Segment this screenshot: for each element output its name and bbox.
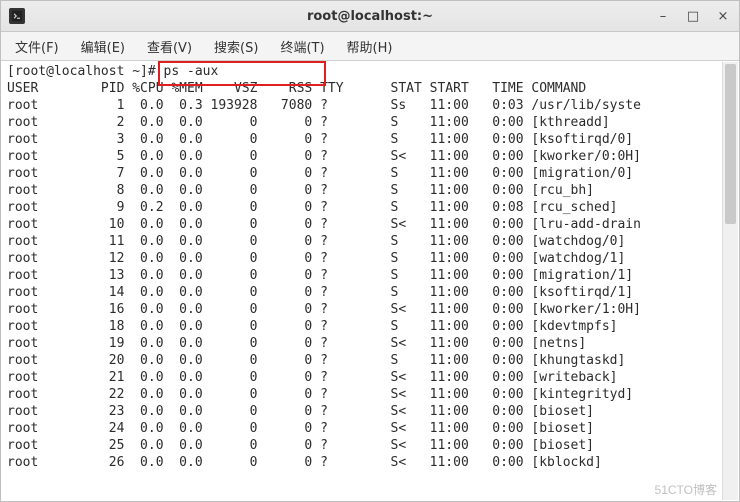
terminal-window: root@localhost:~ – □ × 文件(F) 编辑(E) 查看(V)…	[0, 0, 740, 502]
menu-search[interactable]: 搜索(S)	[208, 34, 264, 59]
window-controls: – □ ×	[651, 1, 735, 31]
menu-view[interactable]: 查看(V)	[141, 34, 198, 59]
menu-file[interactable]: 文件(F)	[9, 34, 65, 59]
scroll-thumb[interactable]	[725, 64, 736, 224]
menu-help[interactable]: 帮助(H)	[341, 34, 399, 59]
terminal-output[interactable]: [root@localhost ~]# ps -aux USER PID %CP…	[7, 63, 719, 501]
menubar: 文件(F) 编辑(E) 查看(V) 搜索(S) 终端(T) 帮助(H)	[1, 32, 739, 61]
watermark: 51CTO博客	[655, 481, 717, 498]
minimize-button[interactable]: –	[651, 6, 675, 26]
terminal-area[interactable]: [root@localhost ~]# ps -aux USER PID %CP…	[1, 61, 739, 501]
maximize-button[interactable]: □	[681, 6, 705, 26]
window-title: root@localhost:~	[307, 9, 433, 24]
close-button[interactable]: ×	[711, 6, 735, 26]
scrollbar[interactable]	[722, 62, 738, 500]
menu-edit[interactable]: 编辑(E)	[75, 34, 131, 59]
menu-terminal[interactable]: 终端(T)	[274, 34, 330, 59]
titlebar: root@localhost:~ – □ ×	[1, 1, 739, 32]
terminal-app-icon	[9, 8, 25, 24]
